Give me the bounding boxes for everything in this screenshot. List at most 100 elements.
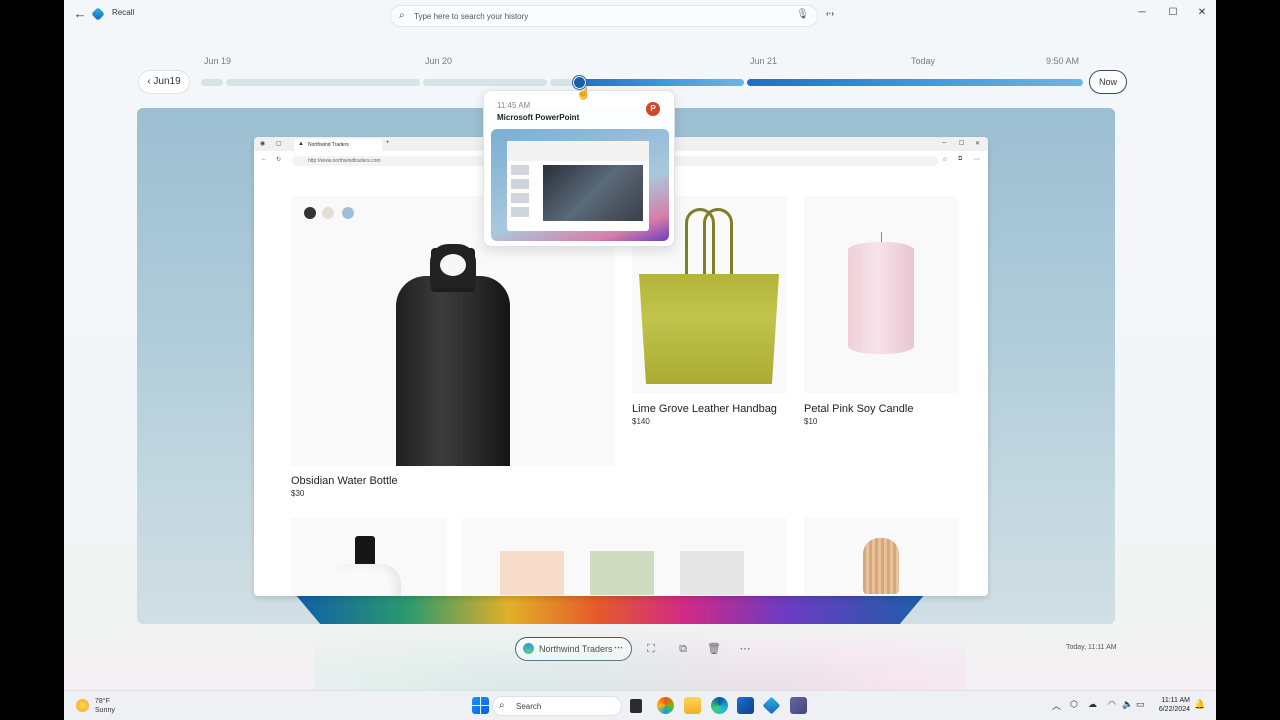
browser-maximize-icon: ☐ bbox=[959, 141, 965, 147]
weather-description: Sunny bbox=[95, 707, 115, 714]
desktop-wallpaper bbox=[295, 594, 925, 624]
copilot-icon[interactable] bbox=[657, 697, 674, 714]
taskbar: 78°F Sunny ⌕ Search ︿ ⬡ ☁ ◠ 🔈 ▭ 11:11 AM… bbox=[64, 690, 1216, 720]
notification-bell-icon[interactable]: 🔔 bbox=[1194, 699, 1205, 710]
sunny-weather-icon[interactable] bbox=[76, 699, 89, 712]
microphone-icon[interactable]: 🎙 bbox=[796, 9, 809, 20]
brush-image bbox=[863, 538, 899, 594]
taskbar-search-label: Search bbox=[516, 702, 542, 711]
product-card bbox=[804, 196, 958, 393]
preview-app-name: Microsoft PowerPoint bbox=[497, 113, 580, 122]
microsoft-store-icon[interactable] bbox=[737, 697, 754, 714]
previous-day-button[interactable]: ‹ Jun19 bbox=[138, 70, 190, 94]
timeline-segment-active[interactable] bbox=[576, 79, 744, 86]
browser-menu-icon: ⋯ bbox=[974, 157, 980, 163]
wifi-icon[interactable]: ◠ bbox=[1108, 699, 1116, 710]
minimize-button[interactable]: ─ bbox=[1135, 7, 1149, 18]
soap-bar-image bbox=[500, 551, 564, 595]
product-card bbox=[291, 518, 446, 596]
system-clock[interactable]: 11:11 AM 6/22/2024 bbox=[1150, 696, 1190, 714]
preview-thumbnail[interactable] bbox=[491, 129, 669, 241]
code-view-icon[interactable]: ‹·› bbox=[826, 9, 834, 18]
slide-canvas bbox=[543, 165, 643, 221]
pump-bottle-image bbox=[331, 564, 401, 596]
copilot-tray-icon[interactable]: ⬡ bbox=[1070, 699, 1078, 710]
product-price: $10 bbox=[804, 417, 818, 426]
search-icon: ⌕ bbox=[499, 700, 505, 711]
source-app-label: Northwind Traders bbox=[539, 644, 613, 654]
favorites-icon: ☆ bbox=[942, 157, 948, 163]
history-search-box[interactable]: ⌕ 🎙 bbox=[390, 5, 818, 27]
more-options-icon[interactable]: ⋯ bbox=[614, 642, 623, 653]
battery-icon[interactable]: ▭ bbox=[1136, 699, 1145, 710]
timeline-date-label: Jun 19 bbox=[204, 56, 232, 66]
recall-logo-icon bbox=[91, 7, 105, 21]
product-price: $140 bbox=[632, 417, 650, 426]
screen: ← Recall ⌕ 🎙 ‹·› ─ ☐ ✕ Jun 19 Jun 20 Jun… bbox=[0, 0, 1280, 720]
product-name: Lime Grove Leather Handbag bbox=[632, 403, 777, 415]
open-source-app-button[interactable]: Northwind Traders ⋯ bbox=[515, 637, 632, 661]
candle-image bbox=[848, 242, 914, 354]
timeline-segment[interactable] bbox=[423, 79, 547, 86]
slide-thumbnail bbox=[511, 165, 529, 175]
tab-actions-icon: ▢ bbox=[276, 141, 282, 147]
timeline-time-label: 9:50 AM bbox=[1046, 56, 1080, 66]
edge-browser-icon bbox=[523, 643, 534, 654]
timeline-segment-active[interactable] bbox=[747, 79, 1083, 86]
browser-tab: ▲ Northwind Traders bbox=[294, 139, 382, 151]
product-card bbox=[462, 518, 787, 596]
timeline-segment[interactable] bbox=[226, 79, 420, 86]
back-arrow-icon[interactable]: ← bbox=[72, 6, 88, 22]
show-hidden-icons-icon[interactable]: ︿ bbox=[1052, 699, 1061, 712]
search-icon: ⌕ bbox=[399, 10, 405, 21]
product-price: $30 bbox=[291, 489, 305, 498]
close-button[interactable]: ✕ bbox=[1195, 7, 1209, 18]
timeline-date-label: Jun 21 bbox=[750, 56, 778, 66]
mouse-pointer-icon: ☝ bbox=[576, 86, 591, 100]
timeline-segment[interactable] bbox=[201, 79, 223, 86]
onedrive-icon[interactable]: ☁ bbox=[1088, 699, 1097, 710]
taskbar-search[interactable]: ⌕ Search bbox=[492, 696, 622, 716]
delete-icon[interactable]: 🗑 bbox=[703, 639, 725, 659]
previous-day-label: Jun19 bbox=[153, 76, 181, 87]
click-to-do-icon[interactable]: ⛶ bbox=[640, 639, 662, 659]
slide-thumbnail bbox=[511, 179, 529, 189]
new-tab-icon: + bbox=[386, 140, 390, 146]
start-icon[interactable] bbox=[472, 697, 489, 714]
powerpoint-icon: P bbox=[646, 102, 660, 116]
collections-icon: ⧉ bbox=[958, 156, 963, 162]
recall-taskbar-icon[interactable] bbox=[762, 696, 781, 715]
browser-url-text: http://www.northwindtraders.com bbox=[308, 158, 381, 164]
slide-thumbnail bbox=[511, 207, 529, 217]
color-swatch-cream bbox=[322, 207, 334, 219]
file-explorer-icon[interactable] bbox=[684, 697, 701, 714]
weather-widget[interactable]: 78°F Sunny bbox=[95, 697, 115, 715]
recall-window: ← Recall ⌕ 🎙 ‹·› ─ ☐ ✕ Jun 19 Jun 20 Jun… bbox=[64, 0, 1216, 690]
soap-bar-image bbox=[590, 551, 654, 595]
teams-icon[interactable] bbox=[790, 697, 807, 714]
now-button[interactable]: Now bbox=[1089, 70, 1127, 94]
product-name: Petal Pink Soy Candle bbox=[804, 403, 914, 415]
browser-back-icon: ← bbox=[261, 156, 267, 162]
task-view-icon[interactable] bbox=[630, 699, 642, 713]
timeline-segment[interactable] bbox=[550, 79, 574, 86]
site-favicon-icon: ▲ bbox=[298, 141, 304, 147]
weather-temperature: 78°F bbox=[95, 698, 110, 705]
timeline-date-label: Jun 20 bbox=[425, 56, 453, 66]
more-actions-icon[interactable]: ⋯ bbox=[734, 639, 756, 659]
timeline-date-label: Today bbox=[911, 56, 936, 66]
slide-thumbnail bbox=[511, 193, 529, 203]
browser-tab-title: Northwind Traders bbox=[308, 142, 349, 148]
profile-icon: ◉ bbox=[260, 141, 266, 147]
product-name: Obsidian Water Bottle bbox=[291, 475, 398, 487]
edge-icon[interactable] bbox=[711, 697, 728, 714]
copy-icon[interactable]: ⧉ bbox=[672, 639, 694, 659]
timeline-preview-popup[interactable]: 11:45 AM Microsoft PowerPoint P bbox=[483, 90, 675, 247]
powerpoint-ribbon bbox=[507, 141, 649, 161]
history-search-input[interactable] bbox=[414, 9, 794, 24]
snapshot-timestamp: Today, 11:11 AM bbox=[1066, 644, 1117, 651]
powerpoint-window-preview bbox=[507, 141, 649, 231]
volume-icon[interactable]: 🔈 bbox=[1122, 699, 1133, 710]
maximize-button[interactable]: ☐ bbox=[1166, 7, 1180, 18]
browser-refresh-icon: ↻ bbox=[276, 157, 282, 163]
